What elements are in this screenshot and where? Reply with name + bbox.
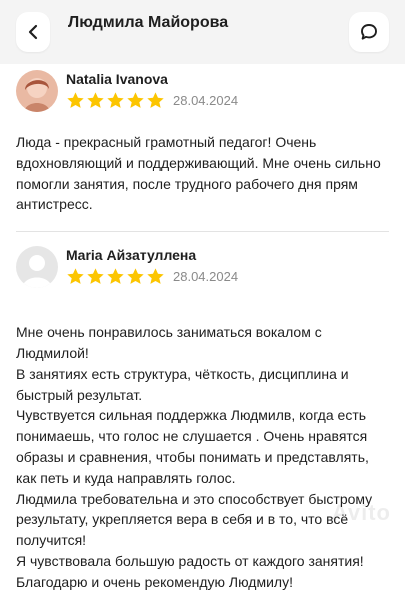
review-author: Maria Айзатуллена [66,247,197,264]
chevron-left-icon [28,24,38,40]
star-icon [147,92,164,108]
star-icon [107,92,124,108]
star-icon [87,268,104,285]
header-bar: Людмила Майорова [0,0,405,64]
review-card: Maria Айзатуллена 28.04.2024 Мне очень п… [16,246,389,592]
review-line: Я чувствовала большую радость от каждого… [16,552,364,590]
star-icon [127,268,144,285]
page-title: Людмила Майорова [68,14,229,31]
avatar [16,70,58,112]
review-line: В занятиях есть структура, чёткость, дис… [16,365,349,403]
rating-stars [66,91,165,110]
avatar [16,246,58,289]
review-line: Мне очень понравилось заниматься вокалом… [16,324,322,361]
chat-bubble-icon [361,24,377,40]
review-date: 28.04.2024 [173,93,239,108]
chat-button[interactable] [349,12,389,52]
review-line: Чувствуется сильная поддержка Людмилв, к… [16,407,369,486]
review-date: 28.04.2024 [173,269,239,285]
review-text: Мне очень понравилось заниматься вокалом… [16,322,389,592]
divider [16,231,389,233]
watermark: Avito [331,500,391,525]
star-icon [107,268,124,285]
review-author: Natalia Ivanova [66,71,168,87]
review-card: Natalia Ivanova 28.04.2024 Люда - прекра… [16,64,389,215]
star-icon [127,92,144,108]
rating-stars [66,267,165,286]
star-icon [147,268,164,285]
star-icon [67,92,84,108]
back-button[interactable] [16,12,50,52]
star-icon [87,92,104,108]
review-text: Люда - прекрасный грамотный педагог! Оче… [16,134,381,213]
star-icon [67,268,84,285]
